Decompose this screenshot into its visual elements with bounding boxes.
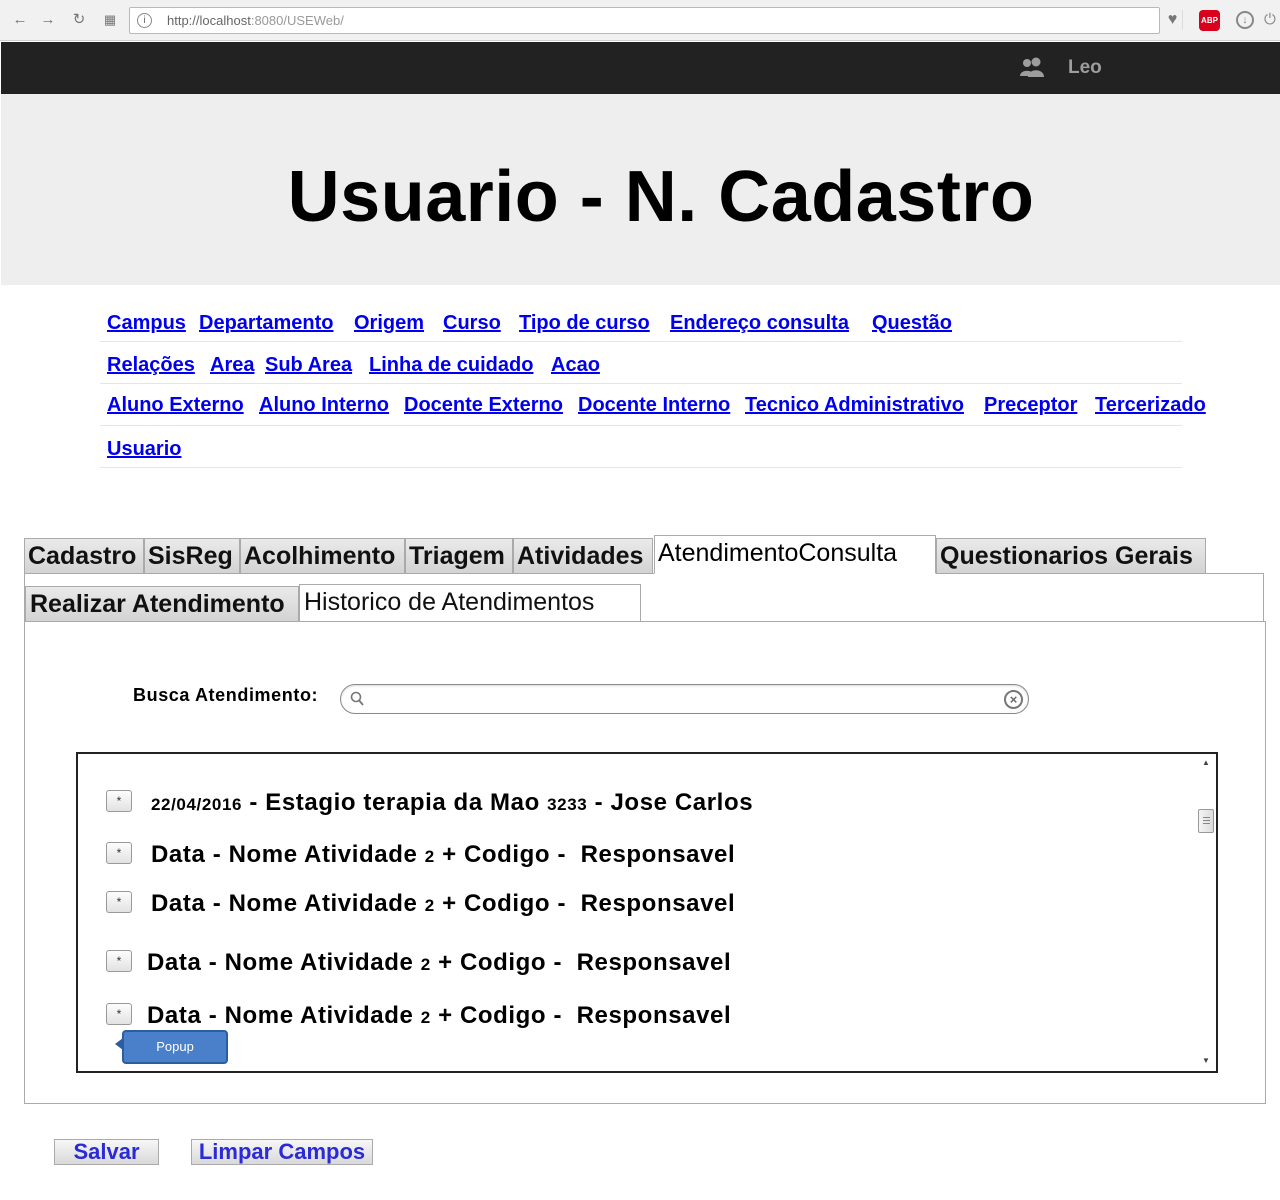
address-bar[interactable]: i http://localhost:8080/USEWeb/ — [129, 7, 1160, 34]
menu-link-tecnico-administrativo[interactable]: Tecnico Administrativo — [745, 394, 964, 417]
item-text[interactable]: Data - Nome Atividade 2 + Codigo - Respo… — [147, 949, 731, 977]
page-info-icon[interactable]: i — [137, 13, 152, 28]
menu-link-questao[interactable]: Questão — [872, 312, 952, 335]
menu-link-linha-de-cuidado[interactable]: Linha de cuidado — [369, 354, 533, 377]
list-item: * Data - Nome Atividade 2 + Codigo - Res… — [78, 890, 1178, 921]
tab-triagem[interactable]: Triagem — [405, 538, 513, 574]
search-field[interactable]: × — [340, 684, 1029, 714]
menu-link-departamento[interactable]: Departamento — [199, 312, 333, 335]
save-button[interactable]: Salvar — [54, 1139, 159, 1165]
menu-link-sub-area[interactable]: Sub Area — [265, 354, 352, 377]
scroll-thumb[interactable] — [1198, 809, 1214, 833]
users-icon[interactable] — [1019, 56, 1045, 80]
search-input[interactable] — [369, 688, 999, 710]
item-expand-button[interactable]: * — [106, 790, 132, 812]
menu-link-usuario[interactable]: Usuario — [107, 438, 181, 461]
menu-row: Relações Area Sub Area Linha de cuidado … — [100, 342, 1182, 384]
historico-panel: Busca Atendimento: × * 22/04/2016 - Esta… — [24, 621, 1266, 1104]
menu-link-aluno-externo[interactable]: Aluno Externo — [107, 394, 244, 417]
app-top-bar: Leo — [1, 42, 1280, 94]
menu-link-preceptor[interactable]: Preceptor — [984, 394, 1077, 417]
menu-row: Aluno Externo Aluno Interno Docente Exte… — [100, 384, 1206, 426]
list-item: * Data - Nome Atividade 2 + Codigo - Res… — [78, 949, 1178, 980]
apps-grid-icon[interactable]: ▦ — [102, 12, 118, 28]
download-icon[interactable]: ↓ — [1236, 11, 1254, 29]
menu-link-docente-externo[interactable]: Docente Externo — [404, 394, 563, 417]
item-expand-button[interactable]: * — [106, 842, 132, 864]
list-item: * 22/04/2016 - Estagio terapia da Mao 32… — [78, 789, 1178, 820]
item-expand-button[interactable]: * — [106, 950, 132, 972]
list-item: * Data - Nome Atividade 2 + Codigo - Res… — [78, 841, 1178, 872]
list-item: * Data - Nome Atividade 2 + Codigo - Res… — [78, 1002, 1178, 1033]
menu-link-acao[interactable]: Acao — [551, 354, 600, 377]
menu-link-area[interactable]: Area — [210, 354, 254, 377]
list-scrollbar[interactable]: ▲ ▼ — [1196, 754, 1216, 1071]
forward-icon[interactable]: → — [40, 12, 56, 28]
menu-row: Campus Departamento Origem Curso Tipo de… — [100, 300, 1182, 342]
tab-realizar-atendimento[interactable]: Realizar Atendimento — [25, 586, 299, 622]
tab-sisreg[interactable]: SisReg — [144, 538, 240, 574]
menu-link-tercerizado[interactable]: Tercerizado — [1095, 394, 1206, 417]
item-text[interactable]: Data - Nome Atividade 2 + Codigo - Respo… — [151, 841, 735, 869]
subtabs-bar: Realizar Atendimento Historico de Atendi… — [24, 574, 1264, 622]
favorite-heart-icon[interactable]: ♥ — [1163, 10, 1183, 30]
menu-link-docente-interno[interactable]: Docente Interno — [578, 394, 730, 417]
user-name[interactable]: Leo — [1068, 57, 1102, 79]
page-title: Usuario - N. Cadastro — [287, 157, 1035, 237]
tab-cadastro[interactable]: Cadastro — [24, 538, 144, 574]
popup-tooltip[interactable]: Popup — [115, 1030, 228, 1064]
scroll-down-arrow-icon[interactable]: ▼ — [1201, 1056, 1211, 1066]
clear-fields-button[interactable]: Limpar Campos — [191, 1139, 373, 1165]
menu-link-tipo-de-curso[interactable]: Tipo de curso — [519, 312, 650, 335]
scroll-up-arrow-icon[interactable]: ▲ — [1201, 758, 1211, 768]
main-menu: Campus Departamento Origem Curso Tipo de… — [100, 300, 1206, 468]
item-text[interactable]: Data - Nome Atividade 2 + Codigo - Respo… — [151, 890, 735, 918]
menu-row: Usuario — [100, 426, 1182, 468]
back-icon[interactable]: ← — [12, 12, 28, 28]
tab-atividades[interactable]: Atividades — [513, 538, 653, 574]
item-text[interactable]: 22/04/2016 - Estagio terapia da Mao 3233… — [151, 789, 753, 817]
search-icon — [350, 691, 364, 706]
adblock-icon[interactable]: ABP — [1199, 10, 1220, 31]
clear-search-icon[interactable]: × — [1004, 690, 1023, 709]
atendimentos-list[interactable]: * 22/04/2016 - Estagio terapia da Mao 32… — [76, 752, 1218, 1073]
menu-link-campus[interactable]: Campus — [107, 312, 186, 335]
reload-icon[interactable]: ↻ — [71, 12, 87, 28]
tab-historico-de-atendimentos[interactable]: Historico de Atendimentos — [299, 584, 641, 622]
menu-link-aluno-interno[interactable]: Aluno Interno — [259, 394, 389, 417]
tab-atendimentoconsulta[interactable]: AtendimentoConsulta — [654, 535, 936, 574]
item-expand-button[interactable]: * — [106, 1003, 132, 1025]
browser-toolbar: ← → ↻ ▦ i http://localhost:8080/USEWeb/ … — [0, 0, 1280, 41]
tab-questionarios-gerais[interactable]: Questionarios Gerais — [936, 538, 1206, 574]
power-icon[interactable]: ⏻ — [1264, 11, 1280, 29]
search-label: Busca Atendimento: — [133, 685, 319, 705]
menu-link-endereco-consulta[interactable]: Endereço consulta — [670, 312, 849, 335]
menu-link-curso[interactable]: Curso — [443, 312, 501, 335]
menu-link-origem[interactable]: Origem — [354, 312, 424, 335]
menu-link-relacoes[interactable]: Relações — [107, 354, 195, 377]
tab-acolhimento[interactable]: Acolhimento — [240, 538, 405, 574]
page-header: Usuario - N. Cadastro — [1, 94, 1280, 285]
item-expand-button[interactable]: * — [106, 891, 132, 913]
url-text[interactable]: http://localhost:8080/USEWeb/ — [167, 13, 344, 28]
item-text[interactable]: Data - Nome Atividade 2 + Codigo - Respo… — [147, 1002, 731, 1030]
